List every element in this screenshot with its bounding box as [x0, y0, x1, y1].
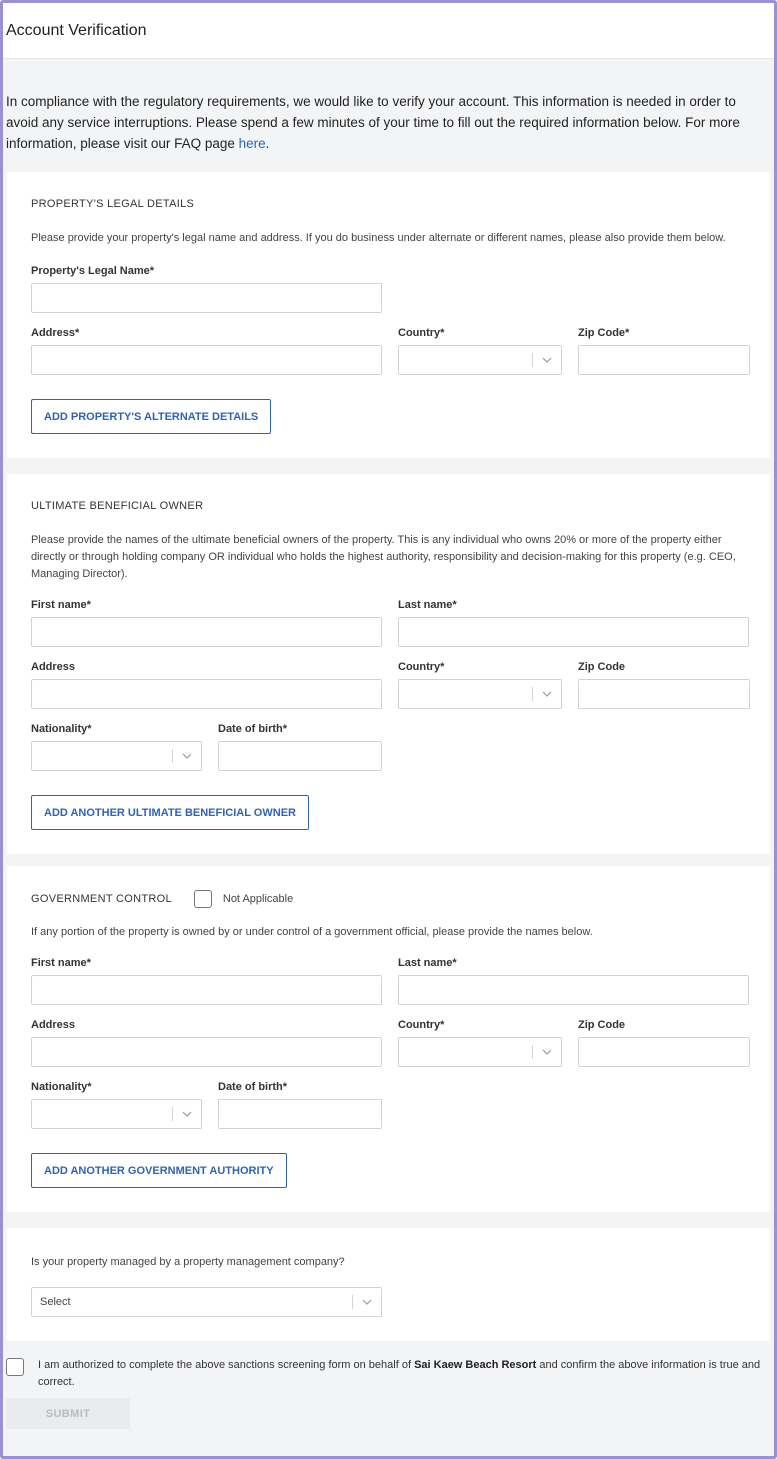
- ubo-section: ULTIMATE BENEFICIAL OWNER Please provide…: [7, 474, 770, 854]
- field-label: Country*: [398, 661, 445, 673]
- field-label: First name*: [31, 599, 91, 611]
- chevron-down-icon: [182, 753, 192, 759]
- field-label: First name*: [31, 957, 91, 969]
- date-of-birth-input[interactable]: [218, 741, 382, 771]
- section-title: GOVERNMENT CONTROL: [31, 893, 172, 905]
- chevron-down-icon: [542, 357, 552, 363]
- field-label: Zip Code*: [578, 327, 630, 339]
- chevron-down-icon: [182, 1111, 192, 1117]
- field-label: Address*: [31, 327, 80, 339]
- select-value: Select: [40, 1296, 71, 1308]
- page-frame: Account Verification In compliance with …: [0, 0, 777, 1459]
- legal-name-input[interactable]: [31, 283, 382, 313]
- intro-text: In compliance with the regulatory requir…: [3, 59, 774, 172]
- property-name: Sai Kaew Beach Resort: [414, 1359, 537, 1371]
- authorization-checkbox[interactable]: [6, 1358, 24, 1376]
- last-name-input[interactable]: [398, 975, 749, 1005]
- not-applicable-checkbox[interactable]: [193, 890, 212, 908]
- chevron-down-icon: [542, 691, 552, 697]
- field-label: Nationality*: [31, 723, 92, 735]
- add-government-authority-button[interactable]: ADD ANOTHER GOVERNMENT AUTHORITY: [31, 1153, 287, 1188]
- section-description: Please provide the names of the ultimate…: [31, 534, 736, 580]
- field-label: Date of birth*: [218, 1081, 288, 1093]
- first-name-input[interactable]: [31, 975, 382, 1005]
- management-section: Is your property managed by a property m…: [7, 1228, 770, 1341]
- field-label: Last name*: [398, 957, 457, 969]
- not-applicable-label: Not Applicable: [222, 893, 294, 905]
- field-label: Zip Code: [578, 661, 626, 673]
- page-header: Account Verification: [3, 3, 774, 59]
- field-label: Address: [31, 661, 76, 673]
- zip-code-input[interactable]: [578, 679, 750, 709]
- field-label: Country*: [398, 1019, 445, 1031]
- add-beneficial-owner-button[interactable]: ADD ANOTHER ULTIMATE BENEFICIAL OWNER: [31, 795, 309, 830]
- field-label: Property's Legal Name*: [31, 265, 155, 277]
- authorization-text-before: I am authorized to complete the above sa…: [38, 1359, 415, 1371]
- intro-body: In compliance with the regulatory requir…: [6, 94, 740, 151]
- address-input[interactable]: [31, 1037, 382, 1067]
- address-input[interactable]: [31, 679, 382, 709]
- section-description: Please provide your property's legal nam…: [31, 232, 726, 244]
- country-select[interactable]: [398, 345, 562, 375]
- management-question: Is your property managed by a property m…: [31, 1256, 345, 1268]
- management-company-select[interactable]: Select: [31, 1287, 382, 1317]
- field-label: Zip Code: [578, 1019, 626, 1031]
- country-select[interactable]: [398, 679, 562, 709]
- faq-link[interactable]: here: [239, 136, 266, 151]
- first-name-input[interactable]: [31, 617, 382, 647]
- last-name-input[interactable]: [398, 617, 749, 647]
- legal-details-section: PROPERTY'S LEGAL DETAILS Please provide …: [7, 172, 770, 458]
- address-input[interactable]: [31, 345, 382, 375]
- zip-code-input[interactable]: [578, 1037, 750, 1067]
- authorization-row: I am authorized to complete the above sa…: [3, 1341, 774, 1391]
- field-label: Date of birth*: [218, 723, 288, 735]
- field-label: Nationality*: [31, 1081, 92, 1093]
- authorization-text: I am authorized to complete the above sa…: [38, 1357, 770, 1391]
- field-label: Country*: [398, 327, 445, 339]
- country-select[interactable]: [398, 1037, 562, 1067]
- page-title: Account Verification: [6, 21, 147, 39]
- government-control-section: GOVERNMENT CONTROL Not Applicable If any…: [7, 866, 770, 1212]
- chevron-down-icon: [542, 1049, 552, 1055]
- intro-trailing: .: [265, 136, 270, 151]
- field-label: Last name*: [398, 599, 457, 611]
- add-alternate-details-button[interactable]: ADD PROPERTY'S ALTERNATE DETAILS: [31, 399, 272, 434]
- chevron-down-icon: [362, 1299, 372, 1305]
- field-label: Address: [31, 1019, 76, 1031]
- section-title: ULTIMATE BENEFICIAL OWNER: [31, 500, 204, 512]
- nationality-select[interactable]: [31, 1099, 202, 1129]
- nationality-select[interactable]: [31, 741, 202, 771]
- date-of-birth-input[interactable]: [218, 1099, 382, 1129]
- section-description: If any portion of the property is owned …: [31, 926, 593, 938]
- section-title: PROPERTY'S LEGAL DETAILS: [31, 198, 195, 210]
- submit-button[interactable]: SUBMIT: [6, 1398, 130, 1429]
- zip-code-input[interactable]: [578, 345, 750, 375]
